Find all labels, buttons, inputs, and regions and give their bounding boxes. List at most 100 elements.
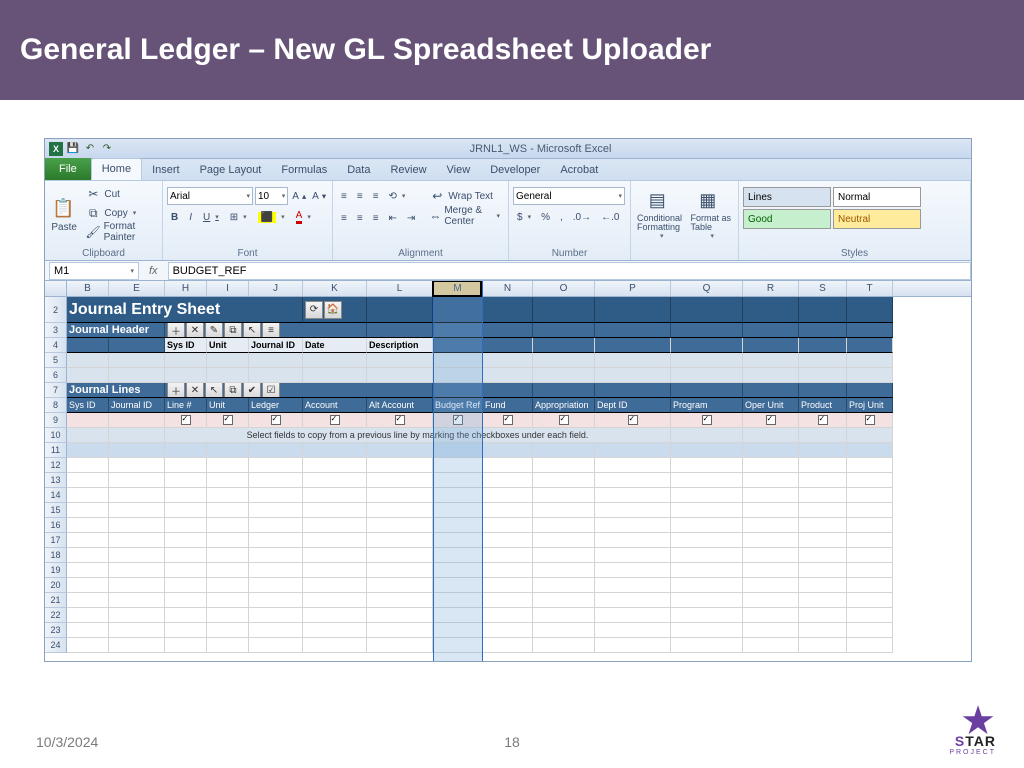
cell[interactable]: ⟳🏠: [303, 297, 367, 323]
check-icon[interactable]: ✔: [243, 383, 261, 398]
cell[interactable]: [671, 338, 743, 353]
line-col-oper-unit[interactable]: Oper Unit: [743, 398, 799, 413]
cell[interactable]: [483, 563, 533, 578]
cell[interactable]: [847, 533, 893, 548]
row-header[interactable]: 22: [45, 608, 67, 623]
cell[interactable]: [303, 458, 367, 473]
font-color-button[interactable]: A▾: [292, 208, 315, 226]
align-middle-button[interactable]: ≡: [353, 187, 367, 205]
cell[interactable]: [799, 413, 847, 428]
cell[interactable]: [303, 638, 367, 653]
cell[interactable]: [367, 638, 433, 653]
cell[interactable]: [207, 473, 249, 488]
row-header[interactable]: 18: [45, 548, 67, 563]
cell[interactable]: [207, 503, 249, 518]
align-bottom-button[interactable]: ≡: [369, 187, 383, 205]
cell[interactable]: [847, 488, 893, 503]
cell[interactable]: [847, 428, 893, 443]
style-lines[interactable]: Lines: [743, 187, 831, 207]
cell[interactable]: [799, 518, 847, 533]
cell[interactable]: [67, 623, 109, 638]
cell[interactable]: [595, 368, 671, 383]
cell[interactable]: [249, 533, 303, 548]
cell[interactable]: [165, 533, 207, 548]
cell[interactable]: [799, 578, 847, 593]
cell[interactable]: [67, 443, 109, 458]
cell[interactable]: [367, 323, 433, 338]
cell[interactable]: [847, 353, 893, 368]
cell[interactable]: [367, 503, 433, 518]
cell[interactable]: [799, 368, 847, 383]
cell[interactable]: [367, 578, 433, 593]
cell[interactable]: [671, 428, 743, 443]
cell[interactable]: [249, 578, 303, 593]
cell[interactable]: [207, 608, 249, 623]
cell[interactable]: [109, 338, 165, 353]
cell[interactable]: [433, 443, 483, 458]
cell[interactable]: [367, 443, 433, 458]
cell[interactable]: [483, 503, 533, 518]
cell[interactable]: [67, 458, 109, 473]
cell[interactable]: [671, 638, 743, 653]
cell[interactable]: [67, 563, 109, 578]
cell[interactable]: [249, 458, 303, 473]
cell[interactable]: [533, 503, 595, 518]
cell[interactable]: [207, 548, 249, 563]
cell[interactable]: [67, 578, 109, 593]
copy-field-checkbox[interactable]: [271, 415, 281, 425]
cell[interactable]: [483, 488, 533, 503]
cell[interactable]: [367, 623, 433, 638]
copy-field-checkbox[interactable]: [453, 415, 463, 425]
cell[interactable]: [67, 353, 109, 368]
cell[interactable]: [847, 578, 893, 593]
cell[interactable]: [109, 563, 165, 578]
cell[interactable]: [207, 488, 249, 503]
cell[interactable]: [367, 563, 433, 578]
col-header-N[interactable]: N: [483, 281, 533, 296]
italic-button[interactable]: I: [185, 208, 196, 226]
cell[interactable]: [533, 323, 595, 338]
row-header[interactable]: 9: [45, 413, 67, 428]
home-icon[interactable]: 🏠: [324, 301, 342, 319]
journal-header-label[interactable]: Journal Header: [67, 323, 165, 338]
cell[interactable]: [165, 353, 207, 368]
cell[interactable]: [67, 608, 109, 623]
refresh-icon[interactable]: ⟳: [305, 301, 323, 319]
dec-decimal-button[interactable]: ←.0: [597, 208, 623, 226]
fill-color-button[interactable]: ⬛▾: [254, 208, 289, 226]
cell[interactable]: [533, 593, 595, 608]
cell[interactable]: [799, 638, 847, 653]
cell[interactable]: [207, 353, 249, 368]
cell[interactable]: [109, 638, 165, 653]
cell[interactable]: [109, 428, 165, 443]
cell[interactable]: [483, 458, 533, 473]
cell[interactable]: [743, 623, 799, 638]
row-header[interactable]: 19: [45, 563, 67, 578]
row-header[interactable]: 23: [45, 623, 67, 638]
cell[interactable]: [303, 473, 367, 488]
cell[interactable]: [743, 608, 799, 623]
cell[interactable]: [743, 533, 799, 548]
cell[interactable]: [207, 518, 249, 533]
cell[interactable]: [847, 458, 893, 473]
copy-button[interactable]: ⧉Copy▾: [81, 204, 158, 222]
cell[interactable]: [847, 623, 893, 638]
align-left-button[interactable]: ≡: [337, 209, 351, 227]
cell[interactable]: [109, 608, 165, 623]
cell[interactable]: [799, 548, 847, 563]
cell[interactable]: [671, 353, 743, 368]
cell[interactable]: [207, 563, 249, 578]
cell[interactable]: [743, 368, 799, 383]
row-header[interactable]: 20: [45, 578, 67, 593]
cell[interactable]: [165, 368, 207, 383]
cell[interactable]: [433, 338, 483, 353]
row-header[interactable]: 8: [45, 398, 67, 413]
cell[interactable]: [249, 413, 303, 428]
cell[interactable]: [207, 368, 249, 383]
cell[interactable]: [847, 323, 893, 338]
cell[interactable]: [109, 473, 165, 488]
cell[interactable]: [799, 623, 847, 638]
cell[interactable]: [109, 488, 165, 503]
cell[interactable]: [799, 338, 847, 353]
cell[interactable]: [595, 297, 671, 323]
